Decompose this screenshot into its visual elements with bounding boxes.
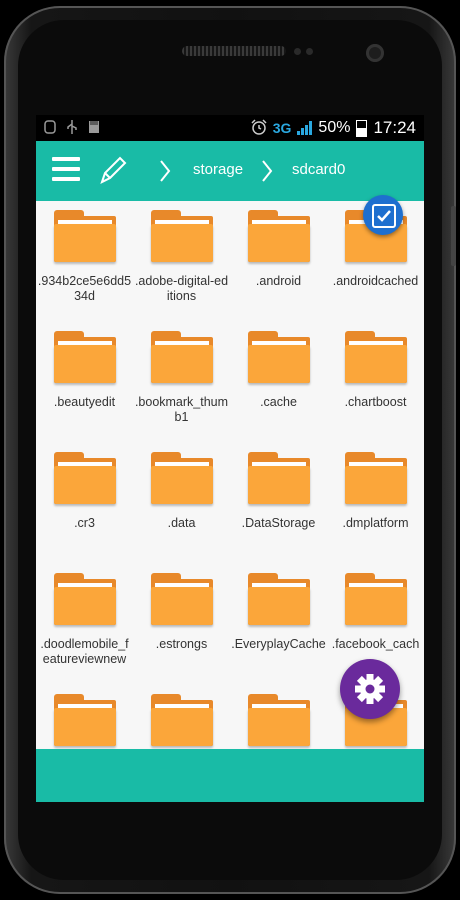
bottom-bar (36, 749, 424, 802)
folder-icon (53, 331, 116, 383)
screen: 3G 50% 17:24 storage sdcard0 .934b2ce5e6… (36, 115, 424, 802)
folder-icon (150, 452, 213, 504)
alarm-clock-icon (251, 118, 267, 138)
folder-icon (344, 452, 407, 504)
folder-item[interactable]: .bookmark_thumb1 (133, 322, 230, 425)
folder-icon (53, 694, 116, 746)
folder-icon (53, 452, 116, 504)
folder-name: .934b2ce5e6dd534d (37, 274, 132, 303)
checkbox-icon (372, 204, 396, 228)
settings-button[interactable] (340, 659, 400, 719)
toolbar: storage sdcard0 (36, 141, 424, 201)
folder-item[interactable]: .DataStorage (230, 443, 327, 531)
folder-name: .facebook_cach (331, 637, 420, 651)
folder-icon (247, 331, 310, 383)
usb-icon (66, 120, 78, 137)
battery-percent: 50% (318, 119, 351, 136)
sd-card-icon (88, 120, 100, 137)
folder-item[interactable]: .doodlemobile_featureviewnew (36, 564, 133, 667)
edit-pencil-icon[interactable] (98, 154, 128, 191)
folder-icon (247, 210, 310, 262)
chevron-right-icon (260, 158, 274, 189)
folder-icon (150, 210, 213, 262)
signal-icon (297, 121, 313, 135)
folder-name: .EveryplayCache (231, 637, 326, 651)
folder-name: .DataStorage (241, 516, 316, 530)
light-sensor (306, 48, 313, 55)
folder-item[interactable]: .934b2ce5e6dd534d (36, 201, 133, 304)
folder-item[interactable] (230, 685, 327, 749)
folder-icon (150, 573, 213, 625)
folder-name: .bookmark_thumb1 (134, 395, 229, 424)
folder-name: .beautyedit (53, 395, 116, 409)
folder-name: .data (167, 516, 196, 530)
chevron-right-icon (158, 158, 172, 189)
select-all-button[interactable] (363, 195, 403, 235)
folder-icon (247, 573, 310, 625)
folder-item[interactable]: .facebook_cach (327, 564, 424, 652)
gear-icon (355, 674, 385, 704)
breadcrumb-storage[interactable]: storage (193, 161, 243, 178)
front-camera (366, 44, 384, 62)
folder-name: .doodlemobile_featureviewnew (40, 637, 129, 666)
folder-name: .cr3 (74, 516, 95, 530)
folder-icon (53, 573, 116, 625)
hamburger-menu-icon[interactable] (52, 157, 80, 183)
network-type: 3G (272, 120, 292, 136)
folder-icon (150, 331, 213, 383)
folder-icon (344, 573, 407, 625)
folder-item[interactable]: .adobe-digital-editions (133, 201, 230, 304)
folder-name: .dmplatform (342, 516, 409, 530)
folder-name: .androidcached (332, 274, 419, 288)
folder-name: .cache (260, 395, 297, 409)
folder-item[interactable]: .cr3 (36, 443, 133, 531)
folder-icon (344, 331, 407, 383)
folder-item[interactable]: .data (133, 443, 230, 531)
folder-name: .estrongs (155, 637, 208, 651)
folder-icon (53, 210, 116, 262)
folder-item[interactable]: .dmplatform (327, 443, 424, 531)
screenshot-icon (44, 120, 56, 137)
proximity-sensor (294, 48, 301, 55)
folder-icon (247, 694, 310, 746)
folder-icon (247, 452, 310, 504)
folder-item[interactable] (133, 685, 230, 749)
folder-item[interactable]: .cache (230, 322, 327, 410)
status-bar: 3G 50% 17:24 (36, 115, 424, 141)
clock: 17:24 (373, 118, 416, 137)
folder-item[interactable]: .estrongs (133, 564, 230, 652)
side-button (451, 206, 456, 266)
folder-item[interactable]: .android (230, 201, 327, 289)
folder-item[interactable]: .beautyedit (36, 322, 133, 410)
folder-item[interactable] (36, 685, 133, 749)
folder-item[interactable]: .chartboost (327, 322, 424, 410)
breadcrumb-sdcard0[interactable]: sdcard0 (292, 161, 345, 178)
folder-icon (150, 694, 213, 746)
speaker-grille (182, 46, 286, 56)
folder-item[interactable]: .EveryplayCache (230, 564, 327, 652)
folder-name: .android (255, 274, 302, 288)
folder-name: .adobe-digital-editions (134, 274, 229, 303)
folder-name: .chartboost (344, 395, 407, 409)
battery-icon (356, 119, 368, 137)
